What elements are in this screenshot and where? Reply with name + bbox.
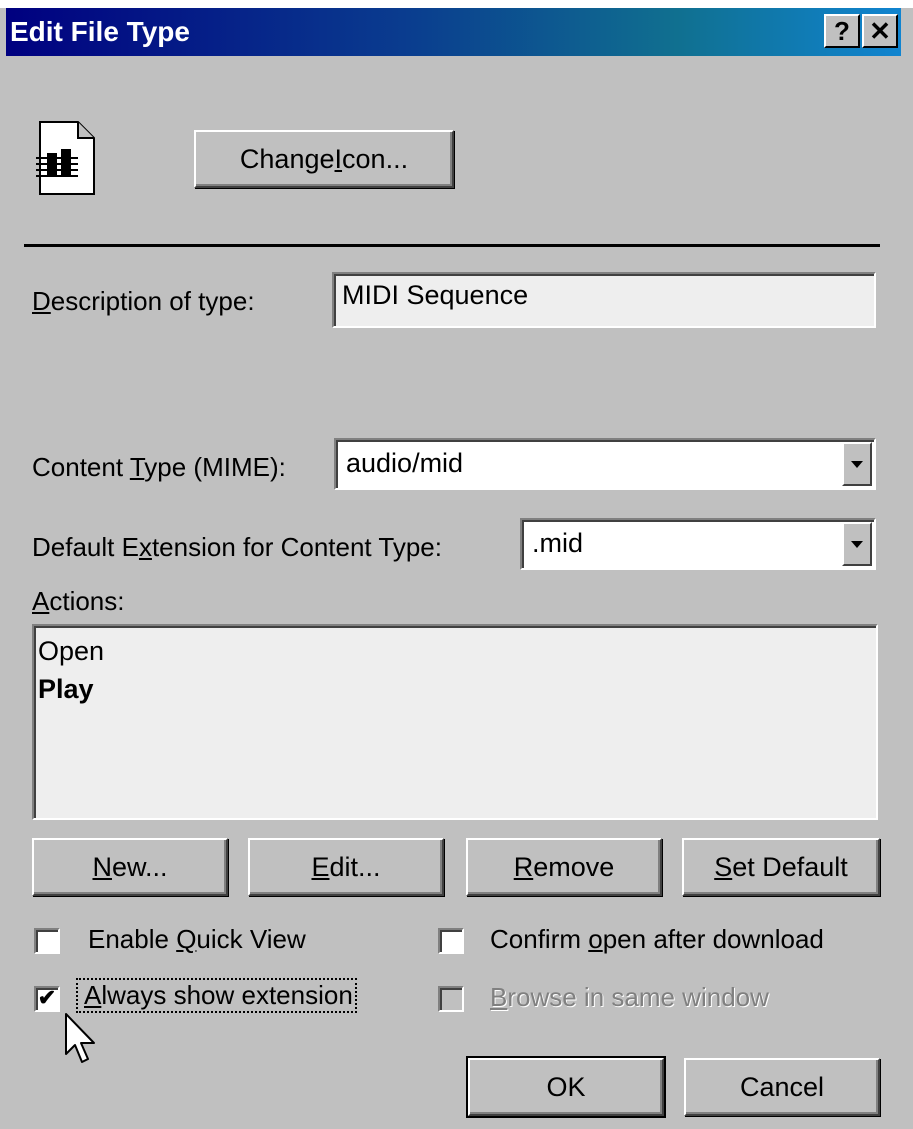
ok-button[interactable]: OK (466, 1056, 666, 1118)
new-button[interactable]: New... (32, 838, 228, 896)
actions-list[interactable]: Open Play (32, 624, 878, 820)
window-title: Edit File Type (10, 16, 190, 47)
content-type-label: Content Type (MIME): (32, 452, 286, 482)
default-extension-combo[interactable]: .mid (520, 518, 876, 570)
title-bar: Edit File Type ? ✕ (6, 8, 901, 56)
browse-same-window-label: Browse in same window (490, 982, 769, 1012)
edit-button[interactable]: Edit... (248, 838, 444, 896)
description-label: Description of type: (32, 286, 255, 316)
separator (24, 244, 880, 247)
remove-button[interactable]: Remove (466, 838, 662, 896)
content-type-combo[interactable]: audio/mid (334, 438, 876, 490)
content-type-dropdown-button[interactable] (842, 442, 872, 486)
always-show-extension-checkbox[interactable]: ✔ (34, 986, 60, 1012)
help-button[interactable]: ? (824, 14, 860, 48)
content-type-value: audio/mid (346, 448, 464, 478)
set-default-button[interactable]: Set Default (682, 838, 880, 896)
chevron-down-icon (851, 460, 863, 468)
mouse-cursor-icon (65, 1013, 95, 1063)
default-extension-value: .mid (532, 528, 584, 558)
close-button[interactable]: ✕ (862, 14, 898, 48)
default-extension-dropdown-button[interactable] (842, 522, 872, 566)
midi-file-icon (36, 121, 95, 195)
confirm-open-label[interactable]: Confirm open after download (490, 924, 824, 955)
change-icon-button[interactable]: Change Icon... (194, 130, 454, 188)
list-item[interactable]: Play (38, 670, 872, 708)
confirm-open-checkbox[interactable] (438, 928, 464, 954)
description-field[interactable]: MIDI Sequence (332, 272, 876, 328)
list-item[interactable]: Open (38, 632, 872, 670)
default-extension-label: Default Extension for Content Type: (32, 532, 442, 562)
actions-label: Actions: (32, 586, 125, 616)
enable-quick-view-label[interactable]: Enable Quick View (88, 924, 306, 955)
enable-quick-view-checkbox[interactable] (34, 928, 60, 954)
cancel-button[interactable]: Cancel (684, 1058, 880, 1116)
browse-same-window-checkbox (438, 986, 464, 1012)
always-show-extension-label[interactable]: Always show extension (76, 978, 357, 1013)
chevron-down-icon (851, 540, 863, 548)
